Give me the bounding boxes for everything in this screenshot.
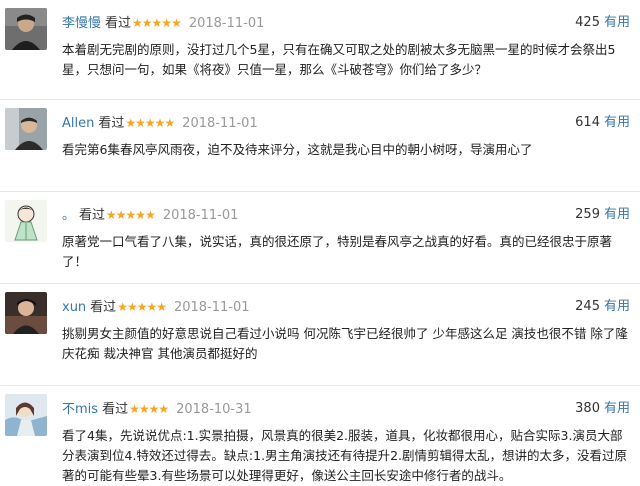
useful-vote: 425 有用	[575, 14, 630, 32]
review-item: xun 看过★★★★★ 2018-11-01 245 有用 挑剔男女主颜值的好意思说自…	[0, 284, 640, 386]
avatar[interactable]	[5, 200, 47, 242]
useful-button[interactable]: 有用	[604, 115, 630, 130]
review-content: 看完第6集春风亭风雨夜，迫不及待来评分，这就是我心目中的朝小树呀，导演用心了	[62, 142, 533, 157]
review-meta: 李慢慢 看过★★★★★ 2018-11-01	[62, 14, 264, 32]
rating-stars: ★★★★★	[132, 16, 182, 30]
author-link[interactable]: Allen	[62, 116, 94, 131]
person-portrait-icon	[5, 108, 47, 150]
useful-button[interactable]: 有用	[604, 207, 630, 222]
watched-label: 看过	[105, 16, 132, 31]
avatar[interactable]	[5, 108, 47, 150]
useful-button[interactable]: 有用	[604, 299, 630, 314]
useful-vote: 614 有用	[575, 114, 630, 132]
review-date: 2018-11-01	[188, 16, 265, 31]
person-portrait-icon	[5, 292, 47, 334]
author-link[interactable]: 。	[62, 208, 75, 223]
useful-button[interactable]: 有用	[604, 401, 630, 416]
rating-stars: ★★★★★	[106, 208, 156, 222]
review-date: 2018-10-31	[176, 402, 252, 417]
review-list: 李慢慢 看过★★★★★ 2018-11-01 425 有用 本着剧无完剧的原则，没打过…	[0, 0, 640, 486]
review-meta: Allen 看过★★★★★ 2018-11-01	[62, 114, 258, 132]
useful-count: 614	[575, 115, 600, 130]
useful-vote: 245 有用	[575, 298, 630, 316]
review-date: 2018-11-01	[173, 300, 250, 315]
review-item: 李慢慢 看过★★★★★ 2018-11-01 425 有用 本着剧无完剧的原则，没打过…	[0, 0, 640, 100]
person-portrait-icon	[5, 8, 47, 50]
review-content: 挑剔男女主颜值的好意思说自己看过小说吗 何况陈飞宇已经很帅了 少年感这么足 演技…	[62, 326, 628, 361]
review-item: 不mis 看过★★★★ 2018-10-31 380 有用 看了4集，先说说优点:1.…	[0, 386, 640, 486]
author-link[interactable]: 李慢慢	[62, 16, 101, 31]
watched-label: 看过	[98, 116, 125, 131]
watched-label: 看过	[90, 300, 117, 315]
watched-label: 看过	[79, 208, 106, 223]
rating-stars: ★★★★★	[117, 300, 167, 314]
avatar[interactable]	[5, 292, 47, 334]
review-date: 2018-11-01	[162, 208, 239, 223]
useful-vote: 380 有用	[575, 400, 630, 418]
review-meta: xun 看过★★★★★ 2018-11-01	[62, 298, 250, 316]
useful-count: 380	[575, 401, 600, 416]
review-meta: 。看过★★★★★ 2018-11-01	[62, 206, 238, 224]
review-item: Allen 看过★★★★★ 2018-11-01 614 有用 看完第6集春风亭风雨夜…	[0, 100, 640, 192]
avatar[interactable]	[5, 8, 47, 50]
review-content: 看了4集，先说说优点:1.实景拍摄，风景真的很美2.服装，道具，化妆都很用心，贴…	[62, 428, 627, 483]
review-content: 本着剧无完剧的原则，没打过几个5星，只有在确又可取之处的剧被太多无脑黑一星的时候…	[62, 42, 616, 77]
review-item: 。看过★★★★★ 2018-11-01 259 有用 原著党一口气看了八集，说实话，…	[0, 192, 640, 284]
review-date: 2018-11-01	[182, 116, 258, 131]
review-content: 原著党一口气看了八集，说实话，真的很还原了，特别是春风亭之战真的好看。真的已经很…	[62, 234, 613, 269]
cartoon-character-icon	[5, 200, 47, 242]
useful-vote: 259 有用	[575, 206, 630, 224]
author-link[interactable]: xun	[62, 300, 86, 315]
review-meta: 不mis 看过★★★★ 2018-10-31	[62, 400, 252, 418]
author-link[interactable]: 不mis	[62, 402, 98, 417]
useful-count: 425	[575, 15, 600, 30]
watched-label: 看过	[102, 402, 129, 417]
anime-character-icon	[5, 394, 47, 436]
avatar[interactable]	[5, 394, 47, 436]
rating-stars: ★★★★	[129, 402, 169, 416]
useful-button[interactable]: 有用	[604, 15, 630, 30]
useful-count: 259	[575, 207, 600, 222]
useful-count: 245	[575, 299, 600, 314]
rating-stars: ★★★★★	[125, 116, 175, 130]
